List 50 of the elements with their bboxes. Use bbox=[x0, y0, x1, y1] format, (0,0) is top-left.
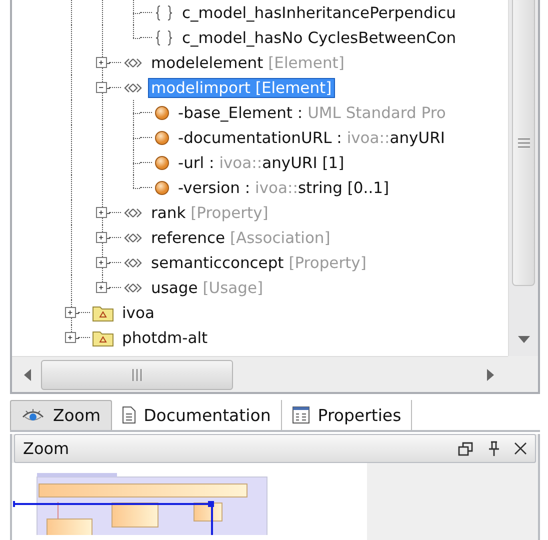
expand-icon[interactable] bbox=[96, 232, 107, 243]
constraint-braces-icon bbox=[154, 4, 174, 22]
package-folder-icon bbox=[92, 328, 114, 346]
tree-item[interactable]: reference [Association] bbox=[149, 228, 332, 246]
stereotype-icon bbox=[123, 282, 143, 294]
expand-icon[interactable] bbox=[65, 307, 76, 318]
attribute-label[interactable]: -documentationURL : ivoa::anyURI bbox=[176, 128, 447, 146]
panel-title: Zoom bbox=[23, 439, 70, 458]
tree-item[interactable]: semanticconcept [Property] bbox=[149, 254, 368, 272]
tree-item[interactable]: rank [Property] bbox=[149, 204, 270, 222]
close-icon[interactable] bbox=[514, 442, 527, 455]
scroll-right-icon[interactable] bbox=[487, 368, 494, 380]
restore-window-icon[interactable] bbox=[458, 442, 474, 456]
panel-tab[interactable]: Zoom bbox=[10, 400, 112, 430]
expand-icon[interactable] bbox=[96, 57, 107, 68]
stereotype-icon bbox=[123, 56, 143, 68]
stereotype-icon bbox=[123, 82, 143, 94]
pin-icon[interactable] bbox=[488, 440, 500, 456]
attribute-icon bbox=[154, 180, 170, 196]
stereotype-icon bbox=[123, 256, 143, 268]
tree-item[interactable]: modelelement [Element] bbox=[149, 54, 346, 72]
tree-item[interactable]: c_model_hasNo CyclesBetweenCon bbox=[180, 28, 458, 46]
package-folder-icon bbox=[92, 304, 114, 322]
grip-icon[interactable] bbox=[131, 368, 143, 380]
constraint-braces-icon bbox=[154, 28, 174, 46]
attribute-label[interactable]: -base_Element : UML Standard Pro bbox=[176, 104, 448, 122]
attribute-label[interactable]: -url : ivoa::anyURI [1] bbox=[176, 154, 346, 172]
grip-icon[interactable] bbox=[516, 138, 530, 148]
vertical-scrollbar[interactable] bbox=[508, 0, 538, 356]
tree-item[interactable]: c_model_hasInheritancePerpendicu bbox=[180, 4, 458, 22]
collapse-icon[interactable] bbox=[96, 82, 107, 93]
scroll-down-icon[interactable] bbox=[518, 336, 530, 342]
attribute-icon bbox=[154, 104, 170, 120]
expand-icon[interactable] bbox=[65, 332, 76, 343]
attribute-label[interactable]: -version : ivoa::string [0..1] bbox=[176, 178, 392, 196]
attribute-icon bbox=[154, 130, 170, 146]
expand-icon[interactable] bbox=[96, 207, 107, 218]
document-icon bbox=[122, 406, 136, 424]
scroll-left-icon[interactable] bbox=[24, 368, 31, 380]
tree-item[interactable]: usage [Usage] bbox=[149, 278, 266, 296]
horizontal-scrollbar[interactable] bbox=[12, 356, 508, 392]
tree-item[interactable]: photdm-alt bbox=[120, 328, 210, 346]
stereotype-icon bbox=[123, 206, 143, 218]
table-icon bbox=[292, 406, 310, 424]
expand-icon[interactable] bbox=[96, 282, 107, 293]
attribute-icon bbox=[154, 154, 170, 170]
expand-icon[interactable] bbox=[96, 257, 107, 268]
tree-item[interactable]: ivoa bbox=[120, 304, 156, 322]
eye-icon bbox=[21, 408, 45, 424]
stereotype-icon bbox=[123, 232, 143, 244]
